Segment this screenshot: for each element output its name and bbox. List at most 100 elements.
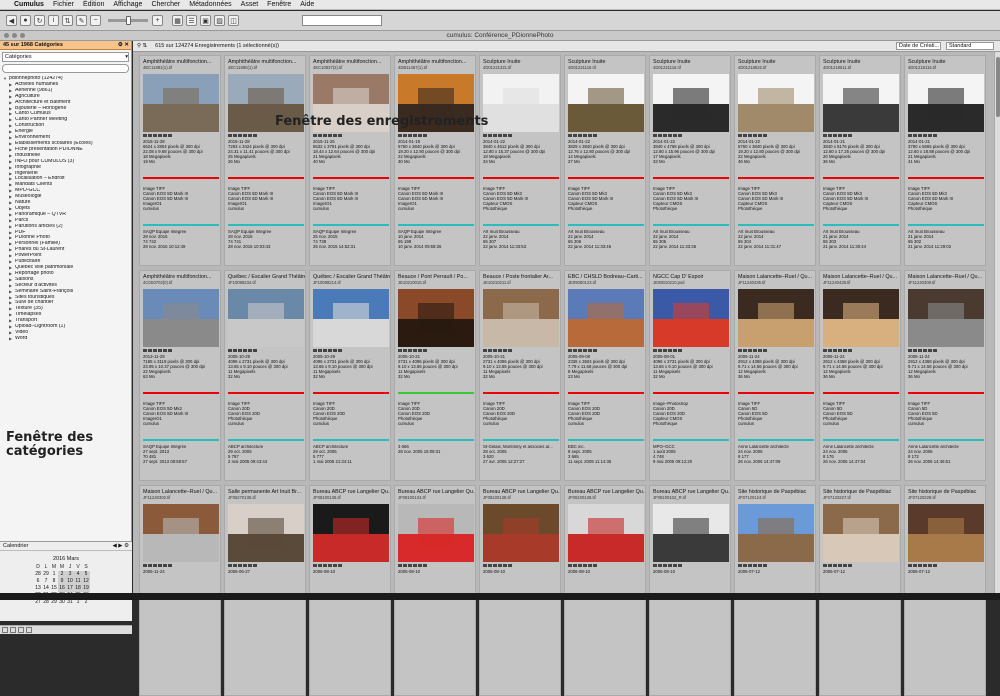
record-thumbnail[interactable] (653, 504, 729, 562)
calendar-day[interactable]: 28 (34, 571, 42, 578)
add-icon[interactable] (2, 627, 8, 633)
record-card[interactable]: Sculpture Inuite 4D01218822.tif 2014-01-22… (734, 55, 816, 266)
image-icon[interactable]: ▨ (214, 15, 225, 26)
refresh-icon[interactable]: ↻ (34, 15, 45, 26)
zoom-in-icon[interactable]: + (152, 15, 163, 26)
menu-fichier[interactable]: Fichier (53, 1, 74, 8)
info-icon[interactable]: i (48, 15, 59, 26)
record-thumbnail[interactable] (143, 504, 219, 562)
calendar-day[interactable]: 13 (34, 585, 42, 592)
calendar-day[interactable]: 28 (42, 599, 50, 606)
record-icon[interactable]: ● (20, 15, 31, 26)
record-thumbnail[interactable] (143, 74, 219, 132)
menu-cumulus[interactable]: Cumulus (14, 1, 44, 8)
calendar-day[interactable]: 27 (34, 599, 42, 606)
record-thumbnail[interactable] (738, 74, 814, 132)
record-card[interactable]: Québec / Escalier Grand Théâtre JF1009823… (224, 270, 306, 481)
record-thumbnail[interactable] (483, 74, 559, 132)
record-thumbnail[interactable] (568, 74, 644, 132)
record-thumbnail[interactable] (483, 289, 559, 347)
record-card[interactable]: Amphithéâtre multifonction... 4DB11457(1)… (394, 55, 476, 266)
calendar-day[interactable]: 16 (58, 585, 66, 592)
record-thumbnail[interactable] (483, 504, 559, 562)
record-card[interactable]: Québec / Escalier Grand Théâtre JF1009821… (309, 270, 391, 481)
close-icon[interactable] (4, 33, 9, 38)
record-card[interactable]: Bureau ABCP rue Langelier Qu... JF0810013… (564, 485, 646, 696)
record-card[interactable]: Site historique de Paspébiac JF07120227.t… (819, 485, 901, 696)
record-card[interactable]: Bureau ABCP rue Langelier Qu... JF0810013… (479, 485, 561, 696)
record-card[interactable]: Amphithéâtre multifonction... 4EC10837(2)… (309, 55, 391, 266)
record-card[interactable]: Site historique de Paspébiac JF07120228.t… (904, 485, 986, 696)
record-card[interactable]: Bureau ABCP rue Langelier Qu... JF0810013… (394, 485, 476, 696)
filter-icon[interactable] (26, 627, 32, 633)
calendar-day[interactable]: 7 (42, 578, 50, 585)
calendar-day[interactable]: 17 (66, 585, 74, 592)
scroll-thumb[interactable] (996, 57, 1000, 117)
record-thumbnail[interactable] (908, 504, 984, 562)
record-card[interactable]: Beauce / Pont Perrault / Po... JE10210015… (394, 270, 476, 481)
minimize-icon[interactable] (12, 33, 17, 38)
record-card[interactable]: EBC / CHSLD Bodreau–Carti... JE09080123.t… (564, 270, 646, 481)
calendar-day[interactable]: 29 (42, 571, 50, 578)
menu-affichage[interactable]: Affichage (113, 1, 142, 8)
lightbox-icon[interactable]: ◫ (228, 15, 239, 26)
zoom-icon[interactable] (20, 33, 25, 38)
calendar-day[interactable]: 9 (58, 578, 66, 585)
record-thumbnail[interactable] (823, 74, 899, 132)
record-card[interactable]: Site historique de Paspébiac JF07120124.t… (734, 485, 816, 696)
record-card[interactable]: Bureau ABCP rue Langelier Qu... JF0810010… (649, 485, 731, 696)
record-thumbnail[interactable] (653, 289, 729, 347)
filter-icon[interactable]: ⚲ ⇅ (137, 41, 147, 52)
remove-icon[interactable] (10, 627, 16, 633)
record-card[interactable]: Sculpture Inuite 4D01218511.tif 2014-01-21… (819, 55, 901, 266)
calendar-day[interactable]: 1 (50, 571, 58, 578)
record-thumbnail[interactable] (398, 289, 474, 347)
record-card[interactable]: Maison Lalancette–Ruel / Qu... JF11240302… (139, 485, 221, 696)
record-card[interactable]: Bureau ABCP rue Langelier Qu... JF0810013… (309, 485, 391, 696)
record-thumbnail[interactable] (823, 289, 899, 347)
edit-icon[interactable]: ✎ (76, 15, 87, 26)
record-thumbnail[interactable] (313, 504, 389, 562)
record-card[interactable]: Maison Lalancette–Ruel / Qu... JF11240436… (734, 270, 816, 481)
menu-aide[interactable]: Aide (300, 1, 314, 8)
calendar-day[interactable]: 11 (74, 578, 82, 585)
record-thumbnail[interactable] (313, 289, 389, 347)
menu-chercher[interactable]: Chercher (151, 1, 180, 8)
record-card[interactable]: Beauce / Poste frontalier Ar... JE1021021… (479, 270, 561, 481)
record-thumbnail[interactable] (398, 504, 474, 562)
record-card[interactable]: NGCC Cap D' Espoir JE08010210.psd 2005-08-… (649, 270, 731, 481)
search-input[interactable] (302, 15, 382, 26)
settings-icon[interactable] (18, 627, 24, 633)
record-card[interactable]: Sculpture Inuite 4D01221116.tif 2014-01-22… (564, 55, 646, 266)
menu-edition[interactable]: Édition (83, 1, 104, 8)
calendar-day[interactable]: 3 (66, 571, 74, 578)
record-thumbnail[interactable] (908, 74, 984, 132)
calendar-day[interactable]: 15 (50, 585, 58, 592)
list-view-icon[interactable]: ☰ (186, 15, 197, 26)
panel-options-icon[interactable]: ⚙ ✕ (118, 41, 129, 49)
grid-view-icon[interactable]: ▦ (172, 15, 183, 26)
record-card[interactable]: Maison Lalancette–Ruel / Qu... JF11240428… (819, 270, 901, 481)
calendar-day[interactable]: 19 (82, 585, 90, 592)
record-card[interactable]: Salle permanente Art Inuit Br... JF062701… (224, 485, 306, 696)
calendar-day[interactable]: 10 (66, 578, 74, 585)
back-icon[interactable]: ◀ (6, 15, 17, 26)
menu-fenetre[interactable]: Fenêtre (267, 1, 291, 8)
record-card[interactable]: Sculpture Inuite 4D01218115.tif 2014-01-21… (904, 55, 986, 266)
calendar-day[interactable]: 18 (74, 585, 82, 592)
record-thumbnail[interactable] (568, 289, 644, 347)
record-card[interactable]: Amphithéâtre multifonction... 4EC11881(1)… (139, 55, 221, 266)
thumbnail-size-slider[interactable] (108, 16, 148, 25)
calendar-day[interactable]: 1 (74, 599, 82, 606)
calendar-day[interactable]: 29 (50, 599, 58, 606)
record-thumbnail[interactable] (653, 74, 729, 132)
category-search-input[interactable] (2, 64, 129, 73)
menu-metadonnees[interactable]: Métadonnées (189, 1, 231, 8)
record-thumbnail[interactable] (823, 504, 899, 562)
record-thumbnail[interactable] (738, 504, 814, 562)
record-thumbnail[interactable] (568, 504, 644, 562)
menu-asset[interactable]: Asset (241, 1, 259, 8)
record-thumbnail[interactable] (228, 504, 304, 562)
calendar-day[interactable]: 14 (42, 585, 50, 592)
record-card[interactable]: Sculpture Inuite 4D01221116.tif 2014-01-22… (649, 55, 731, 266)
